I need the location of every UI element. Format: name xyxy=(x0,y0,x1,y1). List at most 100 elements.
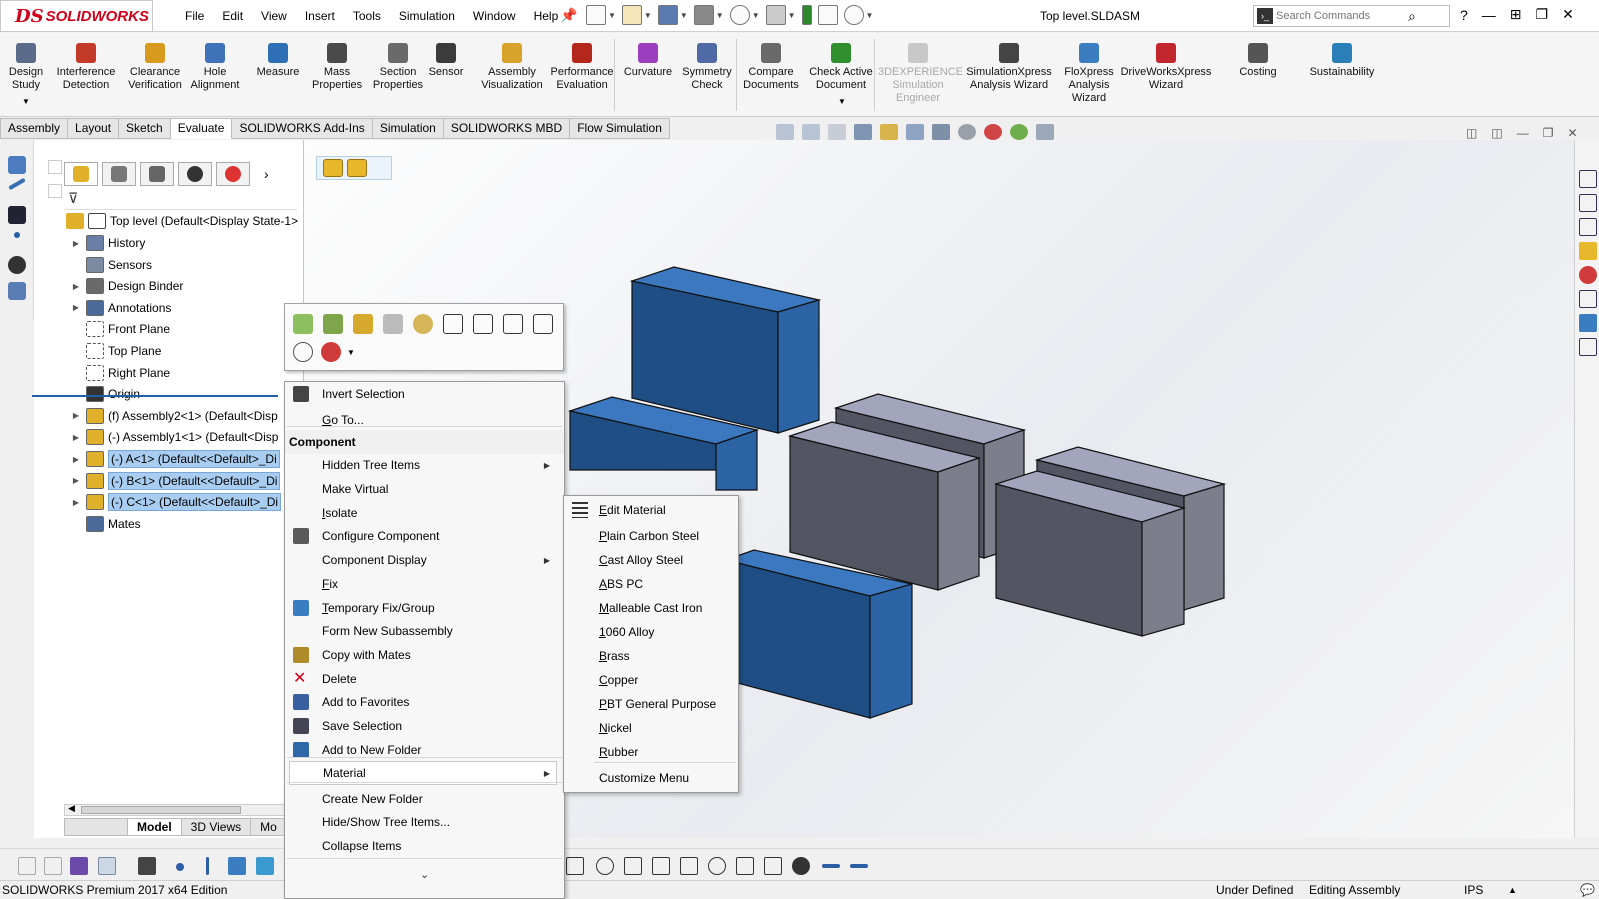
dowel-filter-icon[interactable] xyxy=(822,864,840,868)
tree-item[interactable]: Top Plane xyxy=(34,340,304,362)
tab-configuration-manager[interactable] xyxy=(140,162,174,186)
menu-item-make-virtual[interactable]: Make Virtual xyxy=(285,477,564,501)
new-document-icon[interactable] xyxy=(586,5,606,25)
zoom-to-area-icon[interactable] xyxy=(802,124,820,140)
assembly2-body[interactable] xyxy=(993,446,1227,637)
menu-item-form-new-subassembly[interactable]: Form New Subassembly xyxy=(285,619,564,643)
point-icon[interactable] xyxy=(14,232,20,238)
tool-3dexperience[interactable]: 3DEXPERIENCE Simulation Engineer xyxy=(878,43,963,105)
tab-solidworks-mbd[interactable]: SOLIDWORKS MBD xyxy=(443,118,571,139)
scroll-thumb[interactable] xyxy=(81,806,241,814)
material-item-cast-alloy-steel[interactable]: Cast Alloy Steel xyxy=(564,548,738,572)
material-item-brass[interactable]: Brass xyxy=(564,644,738,668)
menu-window[interactable]: Window xyxy=(464,9,525,23)
isolate-icon[interactable] xyxy=(413,314,433,334)
hide-panel-icon[interactable] xyxy=(48,160,62,174)
expand-arrow-icon[interactable]: ▶ xyxy=(70,455,82,464)
tree-horizontal-scrollbar[interactable]: ◀ xyxy=(64,803,304,816)
home-icon[interactable] xyxy=(1579,170,1597,188)
tool-performance[interactable]: Performance Evaluation xyxy=(546,43,618,92)
menu-view[interactable]: View xyxy=(252,9,296,23)
material-item-abs-pc[interactable]: ABS PC xyxy=(564,572,738,596)
tool-design-study[interactable]: Design Study xyxy=(4,43,48,92)
options-gear-icon[interactable] xyxy=(843,5,864,25)
menu-item-fix[interactable]: Fix xyxy=(285,572,564,596)
appearance-icon[interactable] xyxy=(321,342,341,362)
expand-arrow-icon[interactable]: ▶ xyxy=(70,498,82,507)
tool-clearance[interactable]: Clearance Verification xyxy=(124,43,186,92)
chevron-down-icon[interactable]: ▼ xyxy=(866,11,874,20)
print-icon[interactable] xyxy=(693,5,714,25)
tree-item[interactable]: Sensors xyxy=(34,254,304,276)
tree-item[interactable]: Front Plane xyxy=(34,318,304,340)
tree-item[interactable]: ▶ (-) B<1> (Default<<Default>_Di xyxy=(34,470,304,492)
viewport-next-icon[interactable]: ◫ xyxy=(1491,126,1502,140)
tool-section-properties[interactable]: Section Properties xyxy=(368,43,428,92)
datum-target-filter-icon[interactable] xyxy=(708,857,726,875)
open-icon[interactable] xyxy=(621,5,642,25)
view-settings-icon[interactable] xyxy=(1036,124,1054,140)
tree-item[interactable]: ▶ Annotations xyxy=(34,297,304,319)
tab-simulation[interactable]: Simulation xyxy=(372,118,444,139)
design-study-chevron-icon[interactable]: ▼ xyxy=(22,97,30,106)
menu-item-isolate[interactable]: Isolate xyxy=(285,501,564,525)
menu-item-hide-show-tree-items[interactable]: Hide/Show Tree Items... xyxy=(285,810,564,834)
tool-sustainability[interactable]: Sustainability xyxy=(1302,43,1382,79)
rebuild-icon[interactable] xyxy=(443,314,463,334)
cosmetic-thread-filter-icon[interactable] xyxy=(792,857,810,875)
menu-item-add-to-favorites[interactable]: Add to Favorites xyxy=(285,690,564,714)
scroll-left-icon[interactable]: ◀ xyxy=(68,803,75,814)
edit-part-icon[interactable] xyxy=(323,314,343,334)
expand-arrow-icon[interactable]: ▶ xyxy=(70,303,82,312)
menu-item-add-to-new-folder[interactable]: Add to New Folder xyxy=(285,738,564,762)
tool-driveworks[interactable]: DriveWorksXpress Wizard xyxy=(1118,43,1214,92)
viewport-prev-icon[interactable]: ◫ xyxy=(1466,126,1477,140)
menu-item-component-display[interactable]: Component Display ▶ xyxy=(285,548,564,572)
tool-hole-alignment[interactable]: Hole Alignment xyxy=(190,43,240,92)
material-item-rubber[interactable]: Rubber xyxy=(564,740,738,764)
unit-system[interactable]: IPS xyxy=(1464,881,1483,899)
tool-symmetry[interactable]: Symmetry Check xyxy=(680,43,734,92)
pin-icon[interactable]: 📌 xyxy=(560,7,580,24)
menu-edit[interactable]: Edit xyxy=(213,9,252,23)
comments-icon[interactable] xyxy=(1579,338,1597,356)
tab-property-manager[interactable] xyxy=(102,162,136,186)
tab-model[interactable]: Model xyxy=(128,818,182,836)
dimension-filter-icon[interactable] xyxy=(596,857,614,875)
rollback-bar[interactable] xyxy=(32,395,278,397)
tab-sketch[interactable]: Sketch xyxy=(119,118,171,139)
filter-axis-icon[interactable] xyxy=(206,857,209,875)
datum-filter-icon[interactable] xyxy=(736,857,754,875)
hide-show-items-icon[interactable] xyxy=(958,124,976,140)
menu-tools[interactable]: Tools xyxy=(344,9,390,23)
annotation-filter-icon[interactable] xyxy=(566,857,584,875)
note-filter-icon[interactable] xyxy=(624,857,642,875)
assembly1-body[interactable] xyxy=(787,393,1027,591)
select-cursor-icon[interactable] xyxy=(98,857,116,875)
chevron-down-icon[interactable]: ▼ xyxy=(752,11,760,20)
material-item-malleable-cast-iron[interactable]: Malleable Cast Iron xyxy=(564,596,738,620)
file-explorer-icon[interactable] xyxy=(1579,242,1597,260)
chevron-right-icon[interactable]: › xyxy=(264,162,269,188)
material-item-copper[interactable]: Copper xyxy=(564,668,738,692)
menu-item-save-selection[interactable]: Save Selection xyxy=(285,714,564,738)
close-icon[interactable]: ✕ xyxy=(1562,6,1574,23)
file-properties-icon[interactable] xyxy=(817,5,838,25)
tree-item[interactable]: ▶ (-) A<1> (Default<<Default>_Di xyxy=(34,448,304,470)
tree-item[interactable]: ▶ History xyxy=(34,232,304,254)
tab-dimxpert-manager[interactable] xyxy=(178,162,212,186)
material-item-edit-material[interactable]: Edit Material xyxy=(564,498,738,522)
material-item-customize-menu[interactable]: Customize Menu xyxy=(564,766,738,790)
sketch-line-icon[interactable] xyxy=(8,177,26,191)
tab-assembly[interactable]: Assembly xyxy=(0,118,69,139)
material-item-nickel[interactable]: Nickel xyxy=(564,716,738,740)
custom-properties-icon[interactable] xyxy=(1579,290,1597,308)
tool-interference[interactable]: Interference Detection xyxy=(52,43,120,92)
tool-compare[interactable]: Compare Documents xyxy=(738,43,804,92)
material-item-plain-carbon-steel[interactable]: Plain Carbon Steel xyxy=(564,524,738,548)
breadcrumb[interactable] xyxy=(316,156,392,180)
expand-arrow-icon[interactable]: ▶ xyxy=(70,476,82,485)
geometric-tolerance-filter-icon[interactable] xyxy=(764,857,782,875)
search-icon[interactable]: ⌕ xyxy=(1408,8,1416,25)
material-item-pbt-general-purpose[interactable]: PBT General Purpose xyxy=(564,692,738,716)
